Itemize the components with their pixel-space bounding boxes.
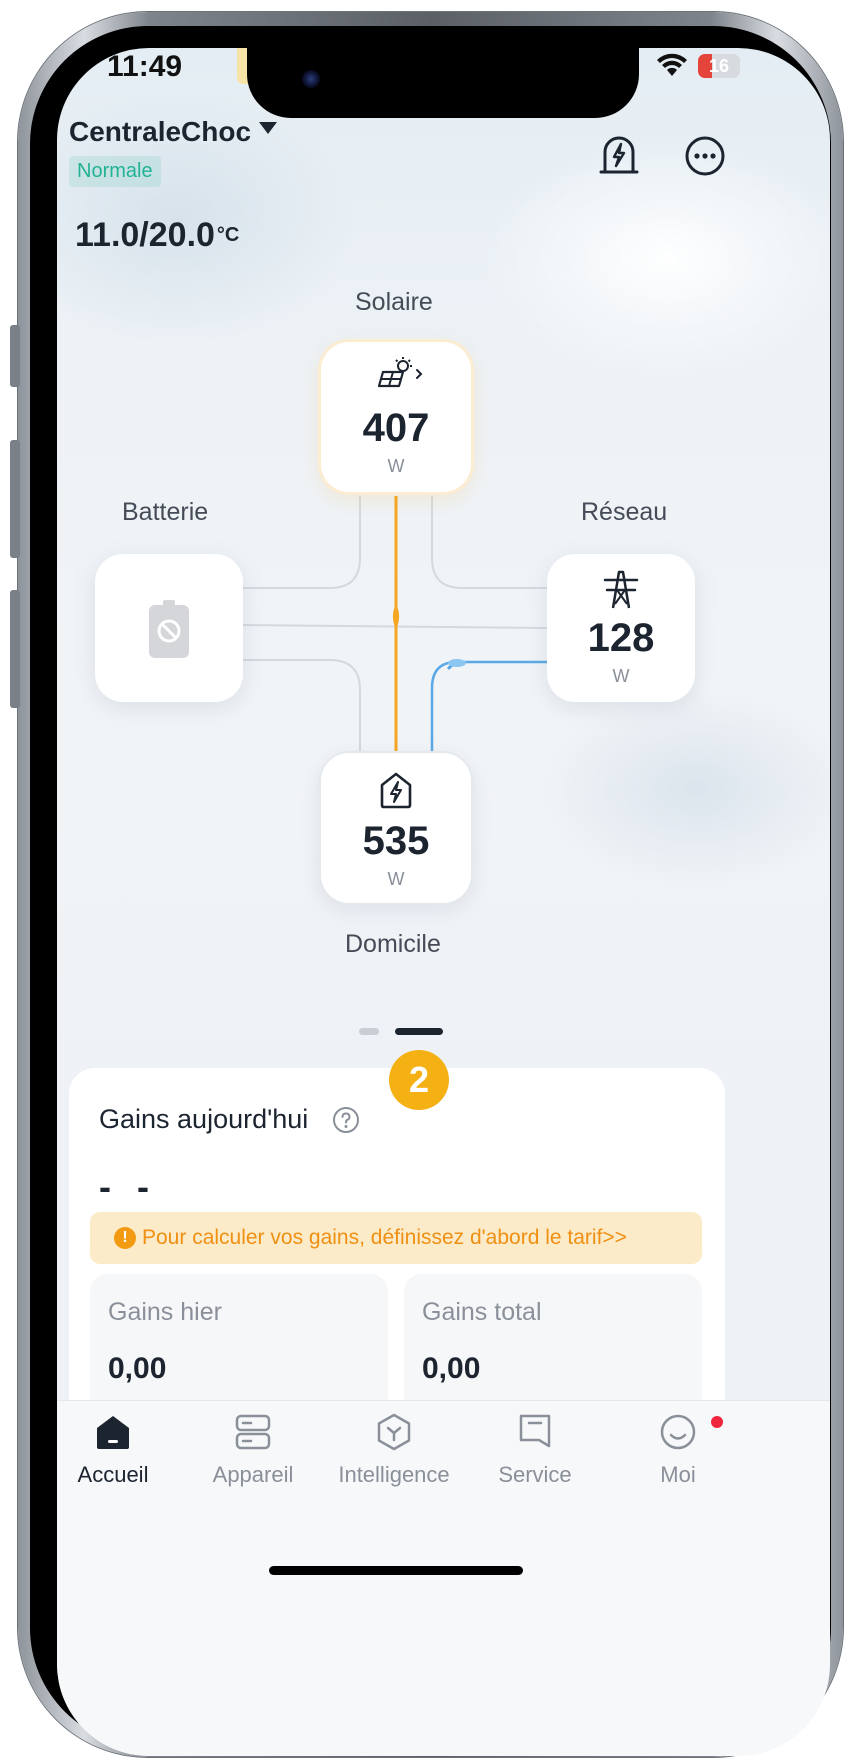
home-icon <box>97 1416 129 1449</box>
intelligence-icon <box>377 1413 411 1451</box>
yesterday-earnings-value: 0,00 <box>108 1352 167 1385</box>
app-screen: 11:49 16 CentraleChoc Normale 11.0/20.0 °… <box>57 48 830 1756</box>
home-indicator <box>269 1566 523 1575</box>
solar-power-value: 407 <box>362 406 430 450</box>
grid-label: Réseau <box>581 498 668 526</box>
tab-label: Intelligence <box>338 1462 450 1487</box>
grid-power-unit: W <box>612 666 630 686</box>
power-tower-icon <box>603 570 639 609</box>
solar-label: Solaire <box>355 288 433 316</box>
tab-label: Accueil <box>77 1462 149 1487</box>
page-indicator-1[interactable] <box>359 1028 379 1035</box>
tariff-notice-banner[interactable]: ! Pour calculer vos gains, définissez d'… <box>90 1212 702 1264</box>
tab-intelligence[interactable]: Intelligence <box>329 1412 459 1488</box>
home-node[interactable]: 535 W <box>321 753 471 903</box>
tab-label: Appareil <box>212 1462 294 1487</box>
silent-switch <box>10 325 20 387</box>
profile-icon <box>660 1414 696 1450</box>
tab-label: Service <box>498 1462 572 1487</box>
solar-node[interactable]: 407 W <box>321 342 471 492</box>
battery-node[interactable] <box>95 554 243 702</box>
service-icon <box>519 1414 551 1448</box>
battery-label: Batterie <box>122 498 209 526</box>
solar-power-unit: W <box>387 456 405 476</box>
earnings-title: Gains aujourd'hui <box>99 1104 309 1134</box>
warning-icon: ! <box>114 1227 136 1249</box>
help-icon[interactable] <box>332 1106 360 1134</box>
total-earnings-value: 0,00 <box>422 1352 481 1385</box>
total-earnings-label: Gains total <box>422 1298 542 1326</box>
tab-label: Moi <box>660 1462 696 1487</box>
home-power-unit: W <box>387 869 405 889</box>
home-power-value: 535 <box>362 819 430 863</box>
volume-up-button <box>10 440 20 558</box>
grid-node[interactable]: 128 W <box>547 554 695 702</box>
page-indicator-2[interactable] <box>395 1028 443 1035</box>
home-power-icon <box>380 772 412 809</box>
grid-power-value: 128 <box>587 616 655 660</box>
device-icon <box>235 1414 271 1450</box>
tab-appareil[interactable]: Appareil <box>188 1412 318 1488</box>
tariff-notice-text[interactable]: Pour calculer vos gains, définissez d'ab… <box>142 1226 627 1250</box>
solar-panel-icon <box>377 357 423 388</box>
yesterday-earnings-label: Gains hier <box>108 1298 222 1326</box>
tab-service[interactable]: Service <box>470 1412 600 1488</box>
volume-down-button <box>10 590 20 708</box>
earnings-today-value: - - <box>99 1166 157 1207</box>
battery-disabled-icon <box>149 600 189 658</box>
tab-accueil[interactable]: Accueil <box>57 1412 178 1488</box>
notification-dot <box>711 1416 723 1428</box>
step-badge: 2 <box>389 1050 449 1110</box>
home-label: Domicile <box>345 930 441 958</box>
tab-moi[interactable]: Moi <box>613 1412 743 1488</box>
